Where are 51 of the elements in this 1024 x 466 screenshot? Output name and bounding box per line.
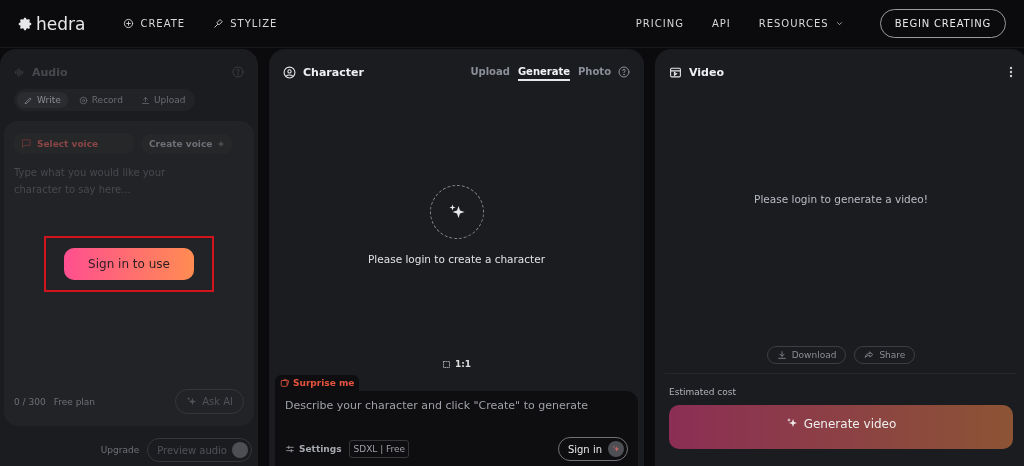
sliders-icon [285,444,295,454]
logo-text: hedra [36,13,86,34]
aspect-ratio-toggle[interactable]: 1:1 [283,359,630,369]
crop-icon [441,359,451,369]
prompt-placeholder: Describe your character and click "Create" to generate [285,399,590,414]
sparkle-icon [785,417,798,429]
nav-link[interactable]: API [711,18,731,29]
nav-link[interactable]: PRICING [635,18,684,29]
login-message: Please login to create a character [368,253,545,265]
sparkle-icon [186,396,198,407]
nav-link[interactable]: STYLIZE [213,18,278,29]
audio-tab[interactable]: Record [71,92,130,108]
user-circle-icon [283,65,296,79]
sparkle-icon [447,203,466,221]
speech-bubble-icon [21,138,32,149]
model-badge: SDXL | Free [349,440,410,458]
prompt-box[interactable]: Describe your character and click "Create" to generate Settings SDXL | Free Sign in [275,391,638,466]
plan-label: Free plan [53,396,96,407]
star-icon [612,445,620,453]
plus-circle-icon [123,18,135,29]
nav-link[interactable]: CREATE [123,18,186,29]
flower-icon [18,16,32,31]
character-counter: 0 / 300 [14,396,46,407]
audio-tab[interactable]: Write [17,92,68,108]
panel-title: Character [303,65,364,79]
upload-icon [140,95,150,105]
upgrade-link[interactable]: Upgrade [100,445,140,455]
video-icon [669,65,682,79]
character-tab[interactable]: Generate [517,63,571,81]
download-icon [776,350,787,360]
panel-title: Video [689,65,724,79]
character-tab[interactable]: Upload [470,63,510,81]
settings-button[interactable]: Settings [285,444,342,454]
help-icon [232,66,244,78]
sign-in-button[interactable]: Sign in to use [64,248,194,280]
estimated-cost-label: Estimated cost [669,387,737,397]
login-message: Please login to generate a video! [754,192,928,205]
character-tab[interactable]: Photo [578,63,611,81]
audio-tab[interactable]: Upload [133,92,193,108]
nav-link[interactable]: RESOURCES [758,18,844,29]
brush-icon [213,18,225,29]
pen-icon [24,95,33,105]
more-icon[interactable] [1009,66,1013,78]
generate-video-button[interactable]: Generate video [669,405,1013,449]
record-icon [78,95,88,105]
share-icon [864,350,875,360]
hedra-logo[interactable]: hedra [18,13,86,34]
waveform-icon [14,66,25,78]
help-icon [618,66,630,78]
plus-icon [217,139,226,148]
surprise-me-button[interactable]: Surprise me [275,375,360,391]
